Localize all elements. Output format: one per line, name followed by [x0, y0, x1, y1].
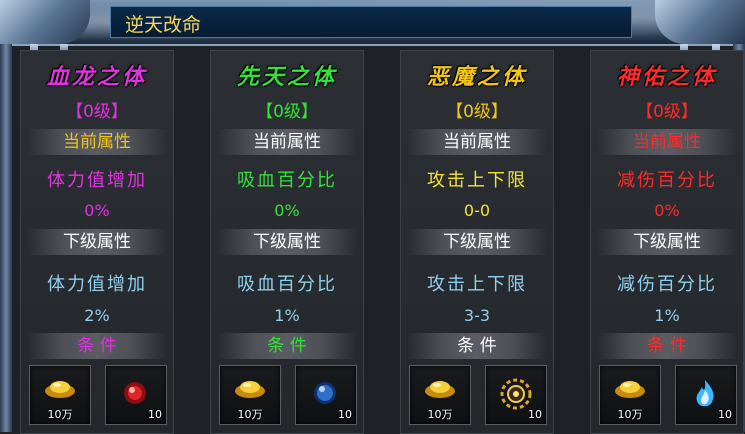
next-attr-name: 攻击上下限: [427, 274, 527, 295]
next-attr-name: 体力值增加: [47, 274, 147, 295]
body-column-blood-dragon: 血龙之体 【0级】 当前属性 体力值增加 0% 下级属性 体力值增加 2% 条 …: [20, 50, 174, 434]
current-attr-name: 攻击上下限: [427, 170, 527, 191]
next-attr-value: 3-3: [463, 306, 491, 325]
body-name: 血龙之体: [46, 64, 147, 90]
gold-ingot-icon: [235, 381, 265, 398]
item-count: 10万: [427, 408, 453, 421]
blue-flame-icon: [696, 380, 714, 407]
item-count: 10万: [47, 408, 73, 421]
item-count: 10: [528, 408, 542, 421]
blue-orb-icon: [314, 382, 336, 404]
gold-ingot-icon: [425, 381, 455, 398]
body-name: 先天之体: [236, 64, 337, 90]
current-attr-header: 当前属性: [407, 129, 547, 155]
current-attr-name: 减伤百分比: [617, 170, 717, 191]
item-slot-gold[interactable]: 10万: [599, 365, 661, 425]
item-count: 10: [718, 408, 732, 421]
next-attr-header: 下级属性: [597, 229, 737, 255]
item-slot-material[interactable]: 10: [675, 365, 737, 425]
frame-rail-left: [0, 44, 12, 432]
next-attr-header: 下级属性: [217, 229, 357, 255]
sun-medallion-icon: [500, 378, 532, 410]
current-attr-value: 0%: [84, 201, 110, 220]
item-count: 10: [338, 408, 352, 421]
item-slot-gold[interactable]: 10万: [409, 365, 471, 425]
top-frame: 逆天改命: [0, 0, 745, 46]
item-slot-gold[interactable]: 10万: [219, 365, 281, 425]
next-attr-name: 吸血百分比: [237, 274, 337, 295]
gold-ingot-icon: [45, 381, 75, 398]
red-gem-icon: [124, 382, 146, 404]
window-title: 逆天改命: [125, 14, 202, 36]
body-level: 【0级】: [446, 102, 508, 122]
next-attr-value: 2%: [84, 306, 110, 325]
body-level: 【0级】: [66, 102, 128, 122]
next-attr-name: 减伤百分比: [617, 274, 717, 295]
body-level: 【0级】: [636, 102, 698, 122]
body-column-divine: 神佑之体 【0级】 当前属性 减伤百分比 0% 下级属性 减伤百分比 1% 条 …: [590, 50, 744, 434]
title-bar: 逆天改命: [110, 6, 632, 38]
next-attr-header: 下级属性: [407, 229, 547, 255]
current-attr-header: 当前属性: [217, 129, 357, 155]
current-attr-value: 0%: [274, 201, 300, 220]
item-count: 10万: [237, 408, 263, 421]
current-attr-header: 当前属性: [27, 129, 167, 155]
item-count: 10: [148, 408, 162, 421]
item-count: 10万: [617, 408, 643, 421]
body-column-innate: 先天之体 【0级】 当前属性 吸血百分比 0% 下级属性 吸血百分比 1% 条 …: [210, 50, 364, 434]
current-attr-value: 0-0: [463, 201, 491, 220]
body-column-demon: 恶魔之体 【0级】 当前属性 攻击上下限 0-0 下级属性 攻击上下限 3-3 …: [400, 50, 554, 434]
current-attr-header: 当前属性: [597, 129, 737, 155]
body-name: 神佑之体: [616, 64, 717, 90]
item-slot-material[interactable]: 10: [105, 365, 167, 425]
next-attr-header: 下级属性: [27, 229, 167, 255]
frame-corner-right: [655, 0, 745, 44]
frame-corner-left: [0, 0, 90, 44]
condition-header: 条 件: [597, 333, 737, 359]
next-attr-value: 1%: [274, 306, 300, 325]
current-attr-value: 0%: [654, 201, 680, 220]
condition-header: 条 件: [407, 333, 547, 359]
item-slot-material[interactable]: 10: [295, 365, 357, 425]
body-level: 【0级】: [256, 102, 318, 122]
body-name: 恶魔之体: [426, 64, 527, 90]
condition-header: 条 件: [217, 333, 357, 359]
next-attr-value: 1%: [654, 306, 680, 325]
item-slot-material[interactable]: 10: [485, 365, 547, 425]
item-slot-gold[interactable]: 10万: [29, 365, 91, 425]
current-attr-name: 体力值增加: [47, 170, 147, 191]
current-attr-name: 吸血百分比: [237, 170, 337, 191]
condition-header: 条 件: [27, 333, 167, 359]
gold-ingot-icon: [615, 381, 645, 398]
